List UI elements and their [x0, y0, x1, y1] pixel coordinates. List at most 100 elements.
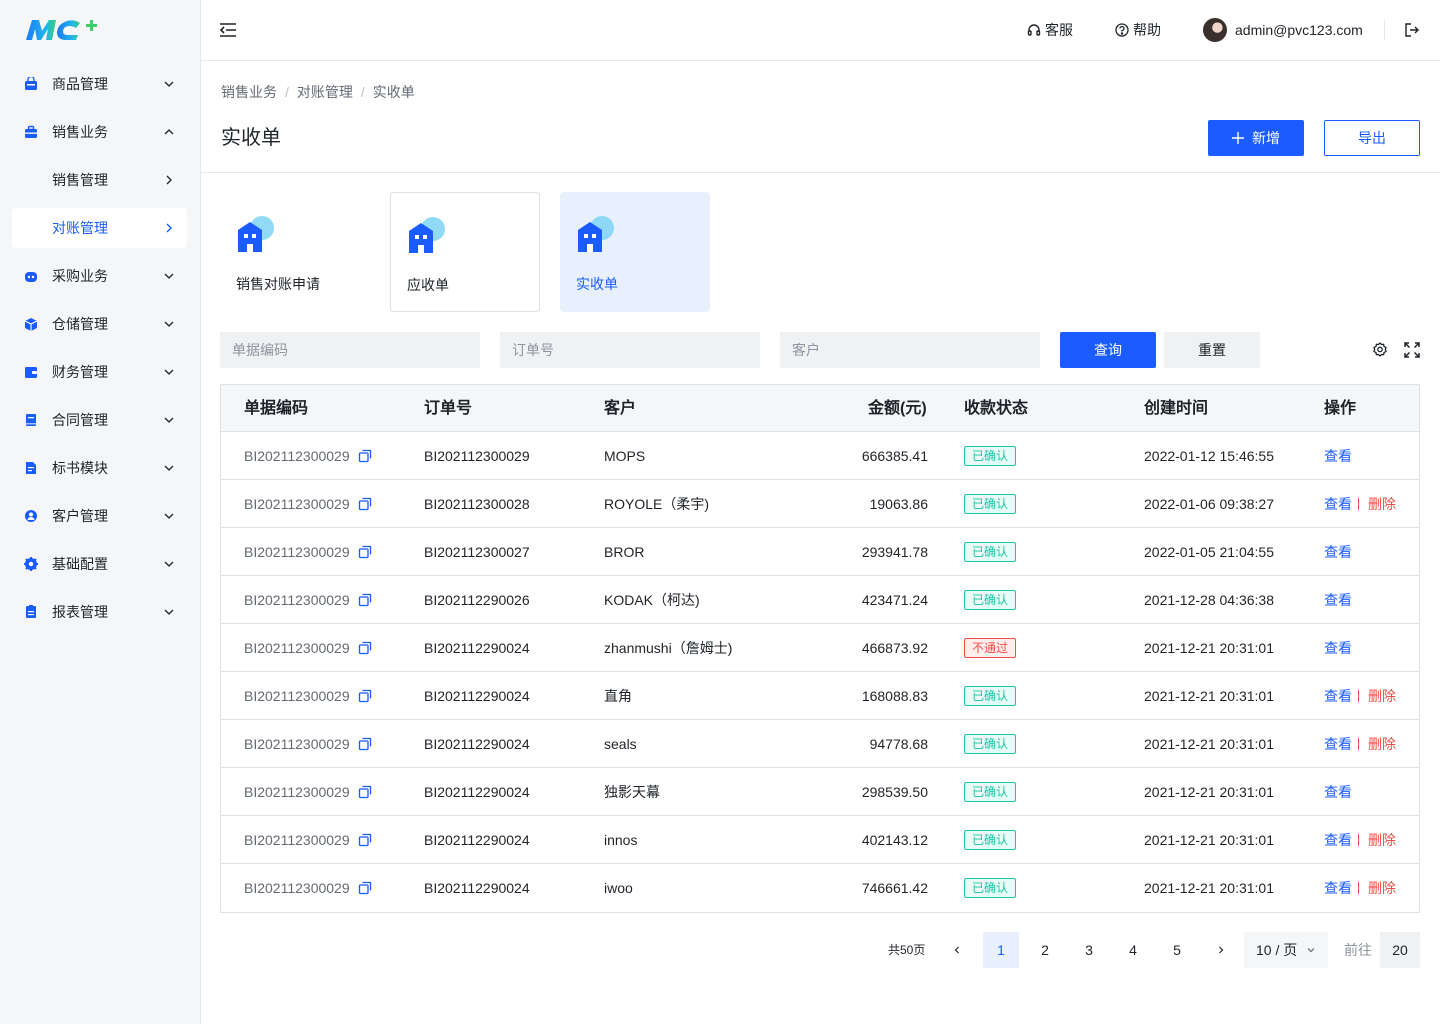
delete-link[interactable]: 删除 — [1368, 735, 1396, 753]
page-number-button[interactable]: 1 — [983, 932, 1019, 968]
briefcase-icon — [25, 125, 37, 138]
sidebar-item[interactable]: 客户管理 — [12, 496, 187, 536]
page-number-button[interactable]: 3 — [1071, 932, 1107, 968]
copy-icon[interactable] — [358, 737, 372, 751]
view-link[interactable]: 查看 — [1324, 543, 1352, 561]
code-text: BI202112300029 — [244, 544, 350, 560]
page-number-button[interactable]: 5 — [1159, 932, 1195, 968]
prev-page-button[interactable] — [939, 932, 975, 968]
sidebar-item[interactable]: 财务管理 — [12, 352, 187, 392]
page-size-select[interactable]: 10 / 页 — [1244, 932, 1328, 968]
chevron-down-icon — [164, 369, 174, 375]
cell-customer: KODAK（柯达) — [604, 592, 700, 608]
chevron-down-icon — [164, 81, 174, 87]
sidebar-item[interactable]: 报表管理 — [12, 592, 187, 632]
goto-label: 前往 — [1344, 942, 1372, 958]
delete-link[interactable]: 删除 — [1368, 879, 1396, 897]
breadcrumb-item[interactable]: 销售业务 — [221, 84, 277, 100]
contract-icon — [26, 414, 36, 426]
sidebar-item[interactable]: 销售管理 — [12, 160, 187, 200]
export-button[interactable]: 导出 — [1324, 120, 1420, 156]
copy-icon[interactable] — [358, 593, 372, 607]
cell-order: BI202112290024 — [424, 640, 530, 656]
copy-icon[interactable] — [358, 641, 372, 655]
view-link[interactable]: 查看 — [1324, 447, 1352, 465]
cell-created: 2021-12-21 20:31:01 — [1144, 640, 1274, 656]
copy-icon[interactable] — [358, 497, 372, 511]
delete-link[interactable]: 删除 — [1368, 495, 1396, 513]
reset-button[interactable]: 重置 — [1164, 332, 1260, 368]
category-card[interactable]: 销售对账申请 — [220, 192, 370, 312]
cell-customer: seals — [604, 736, 637, 752]
view-link[interactable]: 查看 — [1324, 879, 1352, 897]
customer-search-input[interactable] — [780, 332, 1040, 368]
chevron-down-icon — [164, 609, 174, 615]
sidebar-item[interactable]: 合同管理 — [12, 400, 187, 440]
column-header-actions: 操作 — [1324, 400, 1357, 417]
page-number-button[interactable]: 4 — [1115, 932, 1151, 968]
delete-link[interactable]: 删除 — [1368, 831, 1396, 849]
brand-logo[interactable] — [24, 16, 108, 44]
category-card[interactable]: 应收单 — [390, 192, 540, 312]
copy-icon[interactable] — [358, 833, 372, 847]
logout-icon[interactable] — [1404, 22, 1420, 38]
help-button[interactable]: 帮助 — [1115, 20, 1161, 40]
copy-icon[interactable] — [358, 881, 372, 895]
sidebar-item-label: 商品管理 — [52, 76, 108, 92]
view-link[interactable]: 查看 — [1324, 831, 1352, 849]
building-icon — [409, 217, 445, 253]
action-separator — [1358, 738, 1359, 750]
sidebar-item[interactable]: 商品管理 — [12, 64, 187, 104]
next-page-button[interactable] — [1203, 932, 1239, 968]
breadcrumb-item[interactable]: 对账管理 — [297, 84, 353, 100]
sidebar-item[interactable]: 销售业务 — [12, 112, 187, 152]
sidebar-item[interactable]: 标书模块 — [12, 448, 187, 488]
sidebar-item[interactable]: 仓储管理 — [12, 304, 187, 344]
view-link[interactable]: 查看 — [1324, 639, 1352, 657]
table-row: BI202112300029 BI202112300029 MOPS 666385.4… — [221, 432, 1419, 480]
sidebar-item[interactable]: 基础配置 — [12, 544, 187, 584]
view-link[interactable]: 查看 — [1324, 783, 1352, 801]
breadcrumb-item-current: 实收单 — [372, 84, 415, 100]
page-number-button[interactable]: 2 — [1027, 932, 1063, 968]
column-header-customer: 客户 — [604, 400, 637, 417]
cell-customer: iwoo — [604, 880, 633, 896]
table-row: BI202112300029 BI202112290024 seals 94778.6… — [221, 720, 1419, 768]
code-search-input[interactable] — [220, 332, 480, 368]
view-link[interactable]: 查看 — [1324, 735, 1352, 753]
cell-amount: 666385.41 — [861, 448, 928, 464]
category-card[interactable]: 实收单 — [560, 192, 710, 312]
status-badge: 不通过 — [964, 638, 1017, 658]
help-label: 帮助 — [1133, 22, 1161, 38]
query-button[interactable]: 查询 — [1060, 332, 1156, 368]
sidebar-item[interactable]: 对账管理 — [12, 208, 187, 248]
sidebar-item-label: 对账管理 — [52, 220, 108, 236]
cell-customer: BROR — [604, 544, 645, 560]
copy-icon[interactable] — [358, 545, 372, 559]
customer-service-button[interactable]: 客服 — [1027, 20, 1073, 40]
sidebar-item-label: 销售业务 — [52, 124, 108, 140]
plus-icon — [1232, 132, 1244, 144]
code-text: BI202112300029 — [244, 688, 350, 704]
goto-page-input[interactable] — [1380, 932, 1420, 968]
table-row: BI202112300029 BI202112290024 innos 402143.… — [221, 816, 1419, 864]
status-badge: 已确认 — [964, 734, 1017, 754]
collapse-menu-icon[interactable] — [219, 21, 237, 39]
fullscreen-icon[interactable] — [1404, 342, 1420, 358]
copy-icon[interactable] — [358, 449, 372, 463]
delete-link[interactable]: 删除 — [1368, 687, 1396, 705]
settings-icon[interactable] — [1372, 342, 1388, 358]
user-menu[interactable]: admin@pvc123.com — [1203, 18, 1363, 42]
copy-icon[interactable] — [358, 785, 372, 799]
view-link[interactable]: 查看 — [1324, 687, 1352, 705]
add-button[interactable]: 新增 — [1208, 120, 1304, 156]
copy-icon[interactable] — [358, 689, 372, 703]
sidebar-item[interactable]: 采购业务 — [12, 256, 187, 296]
cell-amount: 423471.24 — [861, 592, 928, 608]
building-icon — [238, 216, 274, 252]
order-search-input[interactable] — [500, 332, 760, 368]
header-divider — [1384, 20, 1385, 40]
view-link[interactable]: 查看 — [1324, 591, 1352, 609]
cell-order: BI202112290026 — [424, 592, 530, 608]
view-link[interactable]: 查看 — [1324, 495, 1352, 513]
